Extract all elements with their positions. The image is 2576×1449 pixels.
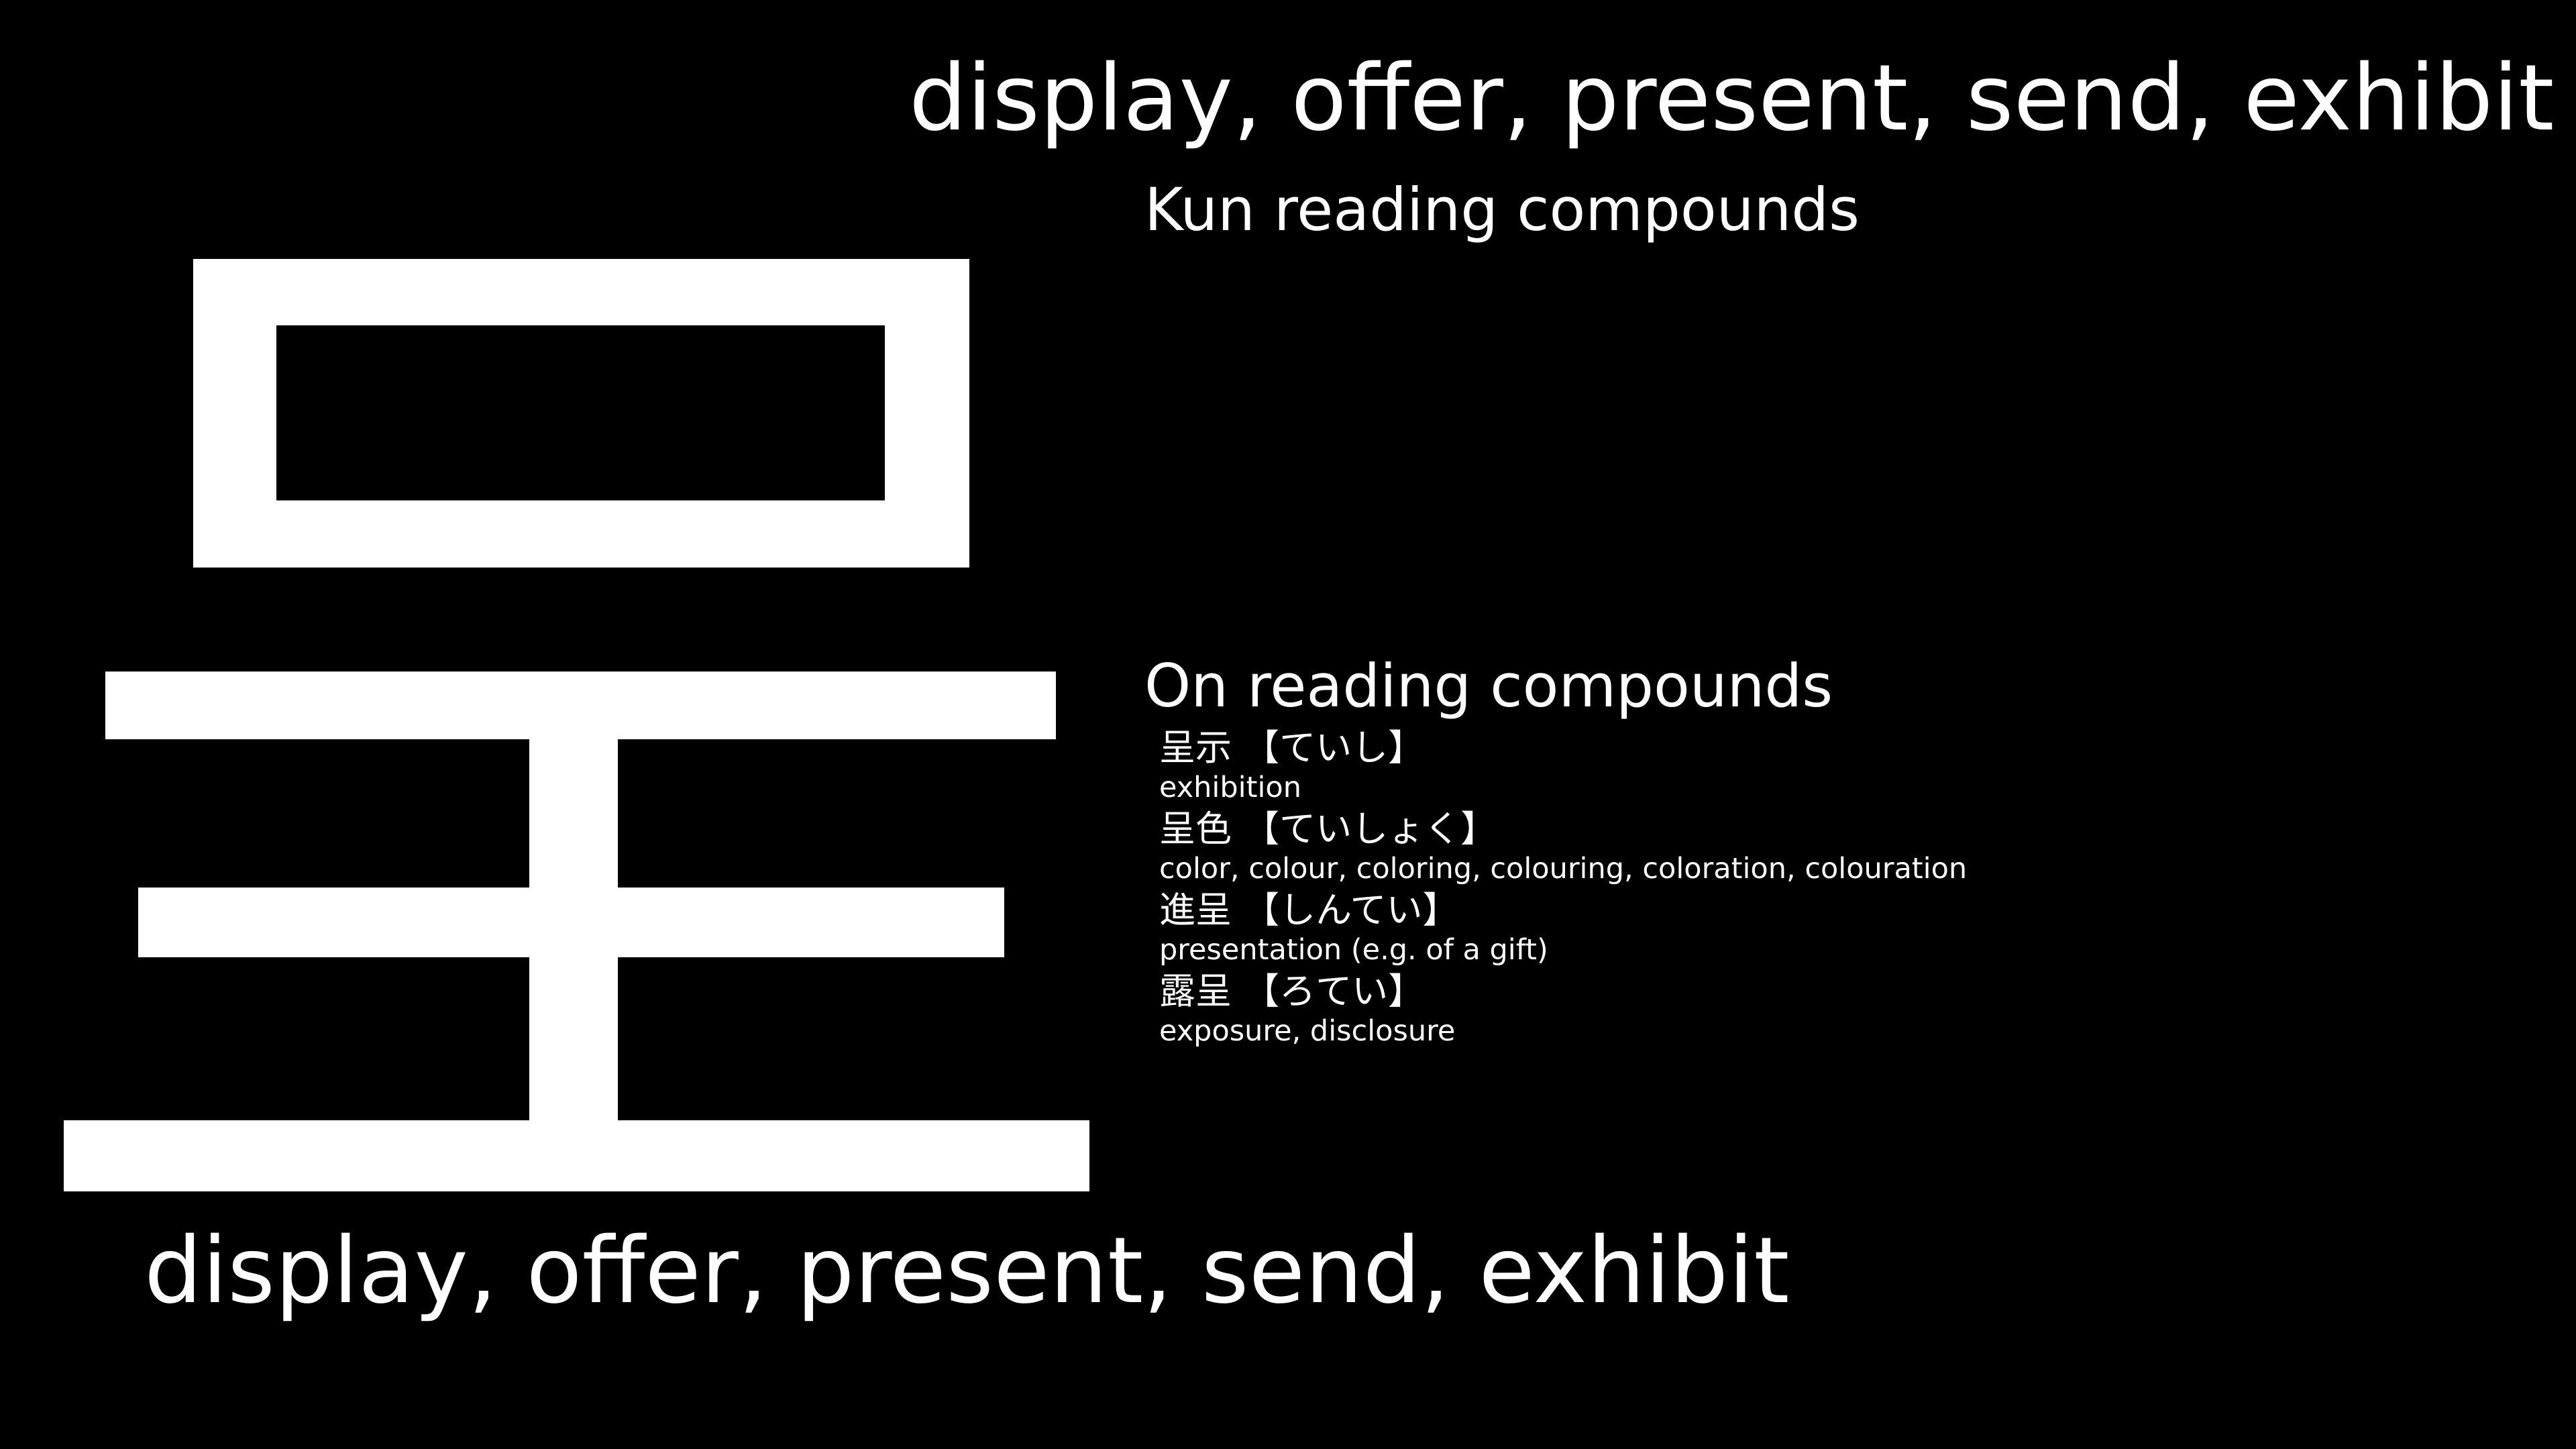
compound-item: 呈示 【ていし】 exhibition	[1159, 726, 1967, 807]
on-compound-list: 呈示 【ていし】 exhibition 呈色 【ていしょく】 color, co…	[1159, 726, 1967, 1051]
compound-item: 露呈 【ろてい】 exposure, disclosure	[1159, 969, 1967, 1051]
kanji-mouth-radical	[193, 259, 969, 568]
compound-gloss: presentation (e.g. of a gift)	[1159, 933, 1548, 967]
compound-gloss: color, colour, coloring, colouring, colo…	[1159, 852, 1968, 885]
compound-item: 進呈 【しんてい】 presentation (e.g. of a gift)	[1159, 888, 1967, 969]
on-reading-heading: On reading compounds	[1144, 651, 1833, 720]
compound-word: 呈示 【ていし】	[1159, 727, 1425, 769]
kanji-king-radical	[64, 672, 1089, 1191]
meaning-caption: display, offer, present, send, exhibit	[144, 1218, 1790, 1324]
compound-word: 呈色 【ていしょく】	[1159, 808, 1497, 850]
compound-word: 露呈 【ろてい】	[1159, 970, 1425, 1012]
kanji-glyph	[64, 259, 1089, 1191]
compound-item: 呈色 【ていしょく】 color, colour, coloring, colo…	[1159, 807, 1967, 888]
kun-reading-heading: Kun reading compounds	[1144, 175, 1860, 244]
compound-gloss: exposure, disclosure	[1159, 1014, 1456, 1048]
compound-word: 進呈 【しんてい】	[1159, 889, 1459, 931]
compound-gloss: exhibition	[1159, 771, 1301, 804]
meaning-header: display, offer, present, send, exhibit	[909, 46, 2555, 152]
